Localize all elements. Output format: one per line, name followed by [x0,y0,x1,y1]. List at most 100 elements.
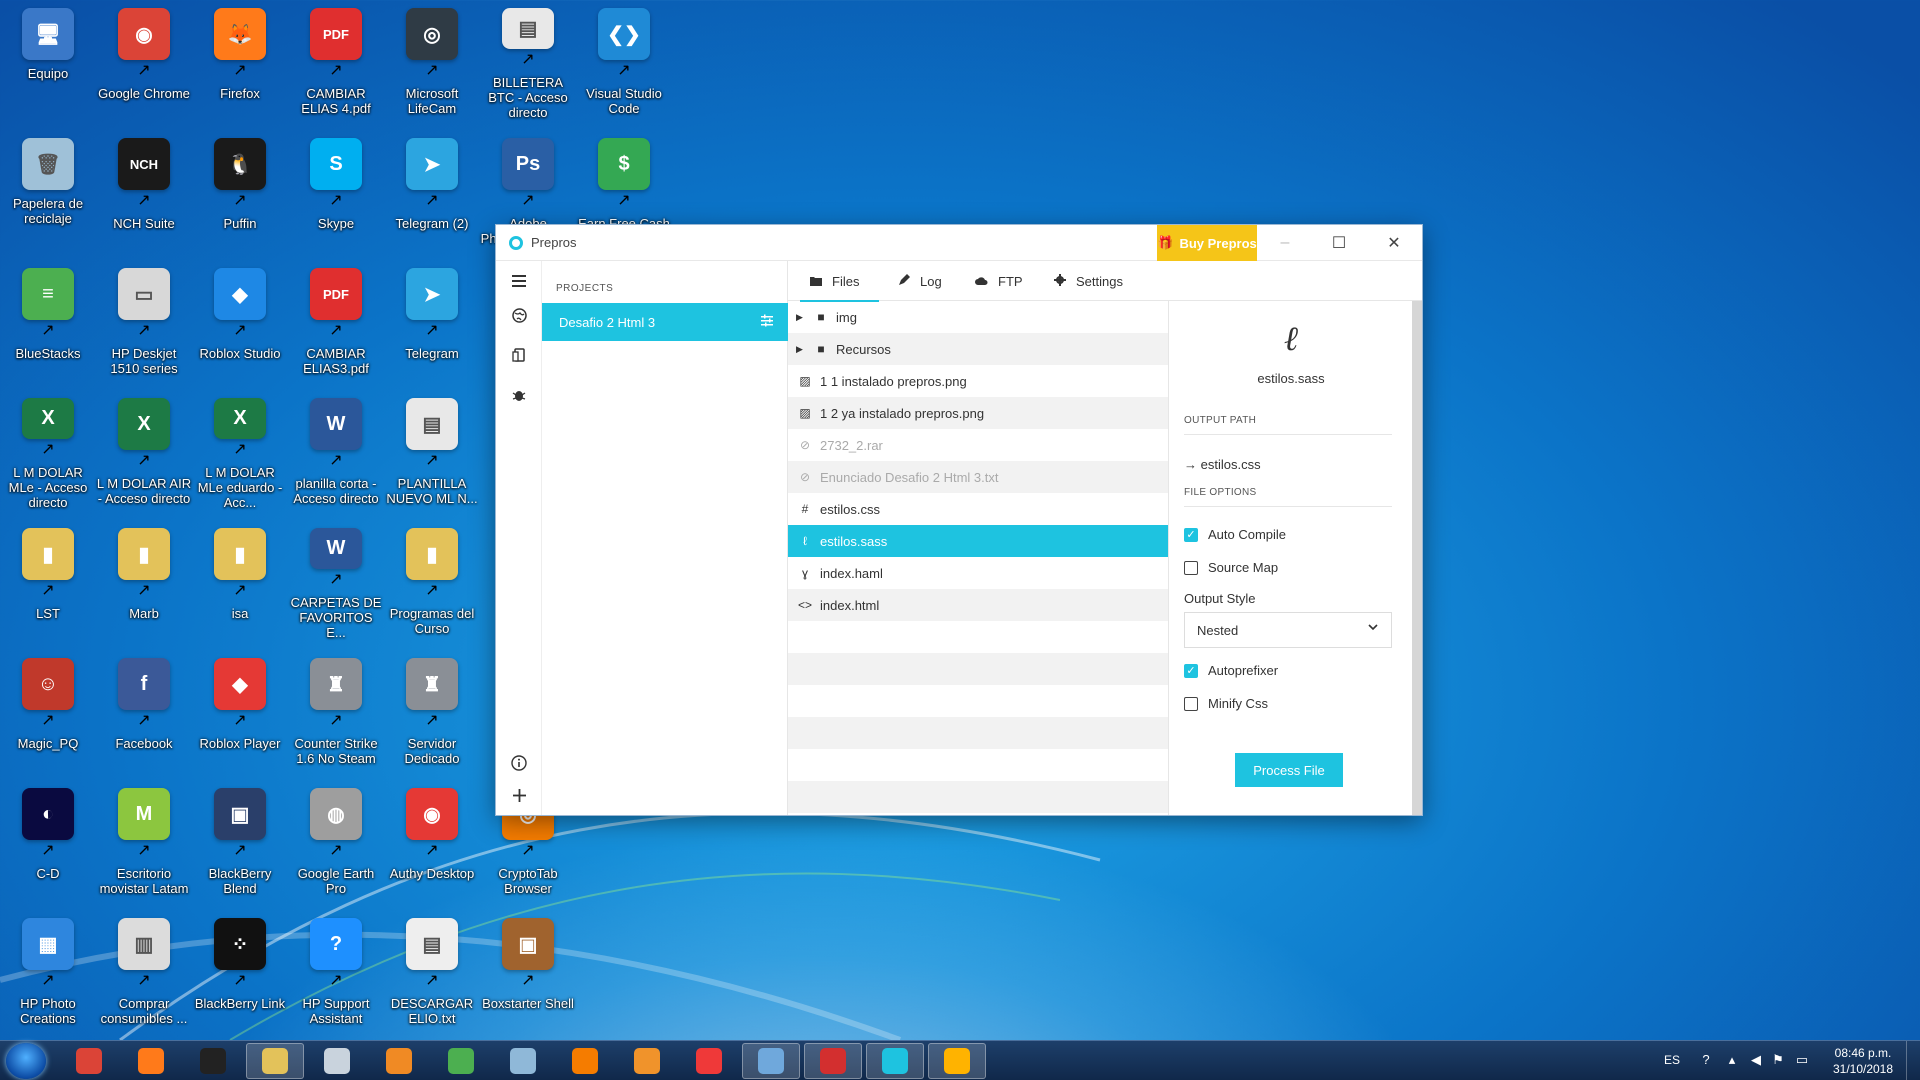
desktop-icon[interactable]: NCH ↗ NCH Suite [96,130,192,250]
file-row[interactable]: ▶ ■ Recursos [788,333,1168,365]
output-style-select[interactable]: Nested [1184,612,1392,648]
title-bar[interactable]: Prepros 🎁 Buy Prepros – ☐ ✕ [496,225,1422,261]
desktop-icon[interactable]: ▮ ↗ isa [192,520,288,640]
language-indicator[interactable]: ES [1664,1053,1680,1067]
taskbar-paint-button[interactable] [928,1043,986,1079]
file-row[interactable]: <> index.html [788,589,1168,621]
desktop-icon[interactable]: ◎ ↗ Microsoft LifeCam [384,0,480,120]
desktop-icon[interactable]: X ↗ L M DOLAR MLe - Acceso directo [0,390,96,510]
desktop-icon[interactable]: ▭ ↗ HP Deskjet 1510 series [96,260,192,380]
taskbar-firefox-button[interactable] [122,1043,180,1079]
desktop-icon[interactable]: W ↗ CARPETAS DE FAVORITOS E... [288,520,384,640]
desktop-icon[interactable]: ➤ ↗ Telegram [384,260,480,380]
show-hidden-icons-icon[interactable]: ▴ [1724,1052,1740,1068]
desktop-icon[interactable]: ▮ ↗ LST [0,520,96,640]
globe-icon[interactable] [496,295,542,335]
clock[interactable]: 08:46 p.m. 31/10/2018 [1828,1045,1898,1077]
desktop-icon[interactable]: PDF ↗ CAMBIAR ELIAS 4.pdf [288,0,384,120]
minify-css-option[interactable]: Minify Css [1184,696,1268,711]
project-settings-icon[interactable] [760,313,774,330]
taskbar-prepros-button[interactable] [866,1043,924,1079]
taskbar-sublime-button[interactable] [618,1043,676,1079]
file-row[interactable]: ℓ estilos.sass [788,525,1168,557]
taskbar-chrome-button[interactable] [60,1043,118,1079]
desktop-icon[interactable]: ▤ ↗ BILLETERA BTC - Acceso directo [480,0,576,120]
bug-icon[interactable] [496,375,542,415]
autoprefixer-checkbox[interactable]: ✓ [1184,663,1198,678]
desktop-icon[interactable]: ? ↗ HP Support Assistant [288,910,384,1030]
desktop-icon[interactable]: ♜ ↗ Counter Strike 1.6 No Steam [288,650,384,770]
desktop-icon[interactable]: ☺ ↗ Magic_PQ [0,650,96,770]
desktop-icon[interactable]: 🖥 Equipo [0,0,96,120]
process-file-button[interactable]: Process File [1235,753,1343,787]
desktop-icon[interactable]: PDF ↗ CAMBIAR ELIAS3.pdf [288,260,384,380]
desktop-icon[interactable]: ◉ ↗ Google Chrome [96,0,192,120]
start-button[interactable] [6,1043,46,1079]
tab-settings[interactable]: Settings [1054,261,1123,301]
close-button[interactable]: ✕ [1366,225,1422,261]
file-row[interactable]: ▨ 1 2 ya instalado prepros.png [788,397,1168,429]
desktop-icon[interactable]: X ↗ L M DOLAR AIR - Acceso directo [96,390,192,510]
minify-css-checkbox[interactable] [1184,696,1198,711]
desktop-icon[interactable]: ❮❯ ↗ Visual Studio Code [576,0,672,120]
project-item[interactable]: Desafio 2 Html 3 [542,303,788,341]
desktop-icon[interactable]: f ↗ Facebook [96,650,192,770]
auto-compile-checkbox[interactable]: ✓ [1184,527,1198,542]
taskbar-calculator-button[interactable] [308,1043,366,1079]
output-path-value[interactable]: → estilos.css [1184,457,1261,472]
taskbar-media-player-button[interactable] [370,1043,428,1079]
desktop-icon[interactable]: S ↗ Skype [288,130,384,250]
taskbar-explorer-button[interactable] [246,1043,304,1079]
file-row[interactable]: ▨ 1 1 instalado prepros.png [788,365,1168,397]
file-row[interactable]: ⊘ Enunciado Desafio 2 Html 3.txt [788,461,1168,493]
maximize-button[interactable]: ☐ [1311,225,1367,261]
taskbar-bluestacks-button[interactable] [432,1043,490,1079]
device-icon[interactable] [496,335,542,375]
help-icon[interactable]: ? [1698,1052,1714,1068]
taskbar-ccleaner-button[interactable] [556,1043,614,1079]
desktop-icon[interactable]: ▮ ↗ Programas del Curso [384,520,480,640]
file-row[interactable]: ɣ index.haml [788,557,1168,589]
desktop-icon[interactable]: ➤ ↗ Telegram (2) [384,130,480,250]
volume-icon[interactable]: ◀ [1748,1052,1764,1068]
desktop-icon[interactable]: ▣ ↗ BlackBerry Blend [192,780,288,900]
expand-caret-icon[interactable]: ▶ [796,312,808,323]
desktop-icon[interactable]: ⁘ ↗ BlackBerry Link [192,910,288,1030]
desktop-icon[interactable]: 🐧 ↗ Puffin [192,130,288,250]
desktop-icon[interactable]: X ↗ L M DOLAR MLe eduardo - Acc... [192,390,288,510]
desktop-icon[interactable]: ≡ ↗ BlueStacks [0,260,96,380]
buy-prepros-button[interactable]: 🎁 Buy Prepros [1157,225,1257,261]
tab-ftp[interactable]: FTP [975,261,1023,301]
file-row[interactable]: ▶ ■ img [788,301,1168,333]
desktop-icon[interactable]: ▤ ↗ PLANTILLA NUEVO ML N... [384,390,480,510]
desktop-icon[interactable]: ▮ ↗ Marb [96,520,192,640]
file-row[interactable]: # estilos.css [788,493,1168,525]
taskbar-puffin-button[interactable] [184,1043,242,1079]
desktop-icon[interactable]: 🦊 ↗ Firefox [192,0,288,120]
desktop-icon[interactable]: ◉ ↗ Authy Desktop [384,780,480,900]
taskbar-acrobat-button[interactable] [804,1043,862,1079]
expand-caret-icon[interactable]: ▶ [796,344,808,355]
desktop-icon[interactable]: 🗑 Papelera de reciclaje [0,130,96,250]
flag-icon[interactable]: ⚑ [1770,1052,1786,1068]
taskbar-photos-button[interactable] [742,1043,800,1079]
desktop-icon[interactable]: ▥ ↗ Comprar consumibles ... [96,910,192,1030]
desktop-icon[interactable]: ◍ ↗ Google Earth Pro [288,780,384,900]
desktop-icon[interactable]: ◐ ↗ C-D [0,780,96,900]
taskbar-vivaldi-button[interactable] [680,1043,738,1079]
desktop-icon[interactable]: ▤ ↗ DESCARGAR ELIO.txt [384,910,480,1030]
details-scrollbar[interactable] [1412,301,1422,815]
source-map-option[interactable]: Source Map [1184,560,1278,575]
desktop-icon[interactable]: ▦ ↗ HP Photo Creations [0,910,96,1030]
taskbar-notepad-button[interactable] [494,1043,552,1079]
tab-files[interactable]: Files [799,261,881,302]
desktop-icon[interactable]: ◆ ↗ Roblox Player [192,650,288,770]
show-desktop-button[interactable] [1906,1041,1920,1080]
tab-log[interactable]: Log [898,261,942,301]
auto-compile-option[interactable]: ✓ Auto Compile [1184,527,1286,542]
desktop-icon[interactable]: W ↗ planilla corta - Acceso directo [288,390,384,510]
desktop-icon[interactable]: ▣ ↗ Boxstarter Shell [480,910,576,1030]
desktop-icon[interactable]: M ↗ Escritorio movistar Latam [96,780,192,900]
autoprefixer-option[interactable]: ✓ Autoprefixer [1184,663,1278,678]
minimize-button[interactable]: – [1257,225,1313,261]
